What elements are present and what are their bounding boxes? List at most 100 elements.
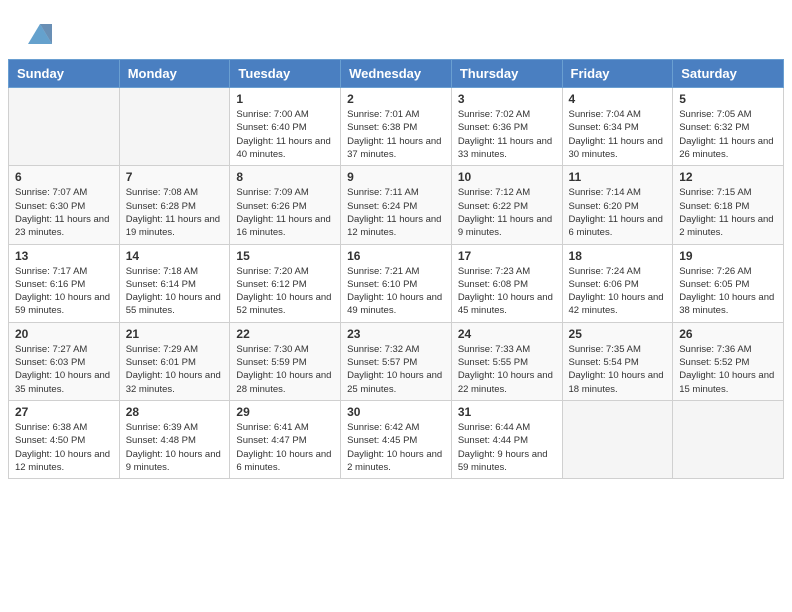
day-number: 17 bbox=[458, 249, 556, 263]
calendar-week-row: 6 Sunrise: 7:07 AMSunset: 6:30 PMDaylight… bbox=[9, 166, 784, 244]
day-info: Sunrise: 7:18 AMSunset: 6:14 PMDaylight:… bbox=[126, 265, 224, 318]
calendar-cell bbox=[9, 88, 120, 166]
day-number: 16 bbox=[347, 249, 445, 263]
calendar-week-row: 13 Sunrise: 7:17 AMSunset: 6:16 PMDayligh… bbox=[9, 244, 784, 322]
weekday-header-cell: Monday bbox=[119, 60, 230, 88]
calendar-cell bbox=[562, 400, 673, 478]
day-info: Sunrise: 7:35 AMSunset: 5:54 PMDaylight:… bbox=[569, 343, 667, 396]
calendar-cell: 10 Sunrise: 7:12 AMSunset: 6:22 PMDayligh… bbox=[451, 166, 562, 244]
weekday-header-cell: Wednesday bbox=[341, 60, 452, 88]
day-number: 7 bbox=[126, 170, 224, 184]
day-number: 28 bbox=[126, 405, 224, 419]
calendar-cell: 30 Sunrise: 6:42 AMSunset: 4:45 PMDayligh… bbox=[341, 400, 452, 478]
page-header bbox=[0, 0, 792, 59]
day-number: 21 bbox=[126, 327, 224, 341]
day-info: Sunrise: 6:41 AMSunset: 4:47 PMDaylight:… bbox=[236, 421, 334, 474]
day-info: Sunrise: 6:42 AMSunset: 4:45 PMDaylight:… bbox=[347, 421, 445, 474]
calendar-cell: 20 Sunrise: 7:27 AMSunset: 6:03 PMDayligh… bbox=[9, 322, 120, 400]
day-number: 13 bbox=[15, 249, 113, 263]
day-info: Sunrise: 7:14 AMSunset: 6:20 PMDaylight:… bbox=[569, 186, 667, 239]
day-number: 9 bbox=[347, 170, 445, 184]
day-number: 15 bbox=[236, 249, 334, 263]
day-number: 22 bbox=[236, 327, 334, 341]
calendar-cell: 14 Sunrise: 7:18 AMSunset: 6:14 PMDayligh… bbox=[119, 244, 230, 322]
day-info: Sunrise: 6:38 AMSunset: 4:50 PMDaylight:… bbox=[15, 421, 113, 474]
day-number: 25 bbox=[569, 327, 667, 341]
calendar-body: 1 Sunrise: 7:00 AMSunset: 6:40 PMDaylight… bbox=[9, 88, 784, 479]
day-number: 11 bbox=[569, 170, 667, 184]
day-info: Sunrise: 7:30 AMSunset: 5:59 PMDaylight:… bbox=[236, 343, 334, 396]
day-info: Sunrise: 7:11 AMSunset: 6:24 PMDaylight:… bbox=[347, 186, 445, 239]
weekday-header-row: SundayMondayTuesdayWednesdayThursdayFrid… bbox=[9, 60, 784, 88]
day-number: 3 bbox=[458, 92, 556, 106]
logo-icon bbox=[26, 18, 54, 46]
day-info: Sunrise: 7:05 AMSunset: 6:32 PMDaylight:… bbox=[679, 108, 777, 161]
day-number: 27 bbox=[15, 405, 113, 419]
calendar-cell: 22 Sunrise: 7:30 AMSunset: 5:59 PMDayligh… bbox=[230, 322, 341, 400]
day-info: Sunrise: 7:27 AMSunset: 6:03 PMDaylight:… bbox=[15, 343, 113, 396]
day-number: 29 bbox=[236, 405, 334, 419]
day-info: Sunrise: 7:01 AMSunset: 6:38 PMDaylight:… bbox=[347, 108, 445, 161]
calendar-cell: 25 Sunrise: 7:35 AMSunset: 5:54 PMDayligh… bbox=[562, 322, 673, 400]
calendar-cell: 2 Sunrise: 7:01 AMSunset: 6:38 PMDaylight… bbox=[341, 88, 452, 166]
day-number: 30 bbox=[347, 405, 445, 419]
day-info: Sunrise: 7:09 AMSunset: 6:26 PMDaylight:… bbox=[236, 186, 334, 239]
day-number: 26 bbox=[679, 327, 777, 341]
day-info: Sunrise: 7:36 AMSunset: 5:52 PMDaylight:… bbox=[679, 343, 777, 396]
calendar-table: SundayMondayTuesdayWednesdayThursdayFrid… bbox=[8, 59, 784, 479]
day-number: 23 bbox=[347, 327, 445, 341]
day-info: Sunrise: 6:44 AMSunset: 4:44 PMDaylight:… bbox=[458, 421, 556, 474]
calendar-week-row: 1 Sunrise: 7:00 AMSunset: 6:40 PMDaylight… bbox=[9, 88, 784, 166]
calendar-cell: 19Sunrise: 7:26 AMSunset: 6:05 PMDayligh… bbox=[673, 244, 784, 322]
day-number: 1 bbox=[236, 92, 334, 106]
calendar-cell: 24Sunrise: 7:33 AMSunset: 5:55 PMDayligh… bbox=[451, 322, 562, 400]
calendar-cell: 7 Sunrise: 7:08 AMSunset: 6:28 PMDaylight… bbox=[119, 166, 230, 244]
weekday-header-cell: Saturday bbox=[673, 60, 784, 88]
day-info: Sunrise: 7:00 AMSunset: 6:40 PMDaylight:… bbox=[236, 108, 334, 161]
day-number: 18 bbox=[569, 249, 667, 263]
calendar-cell bbox=[673, 400, 784, 478]
calendar-cell: 9 Sunrise: 7:11 AMSunset: 6:24 PMDaylight… bbox=[341, 166, 452, 244]
calendar-cell: 29 Sunrise: 6:41 AMSunset: 4:47 PMDayligh… bbox=[230, 400, 341, 478]
day-number: 12 bbox=[679, 170, 777, 184]
day-info: Sunrise: 7:04 AMSunset: 6:34 PMDaylight:… bbox=[569, 108, 667, 161]
day-number: 14 bbox=[126, 249, 224, 263]
day-info: Sunrise: 7:20 AMSunset: 6:12 PMDaylight:… bbox=[236, 265, 334, 318]
calendar-cell: 23Sunrise: 7:32 AMSunset: 5:57 PMDayligh… bbox=[341, 322, 452, 400]
weekday-header-cell: Friday bbox=[562, 60, 673, 88]
day-number: 5 bbox=[679, 92, 777, 106]
calendar-cell: 15 Sunrise: 7:20 AMSunset: 6:12 PMDayligh… bbox=[230, 244, 341, 322]
day-info: Sunrise: 7:26 AMSunset: 6:05 PMDaylight:… bbox=[679, 265, 777, 318]
day-info: Sunrise: 7:08 AMSunset: 6:28 PMDaylight:… bbox=[126, 186, 224, 239]
calendar-cell: 27 Sunrise: 6:38 AMSunset: 4:50 PMDayligh… bbox=[9, 400, 120, 478]
calendar-cell: 31Sunrise: 6:44 AMSunset: 4:44 PMDayligh… bbox=[451, 400, 562, 478]
day-info: Sunrise: 7:07 AMSunset: 6:30 PMDaylight:… bbox=[15, 186, 113, 239]
weekday-header-cell: Thursday bbox=[451, 60, 562, 88]
calendar-week-row: 20 Sunrise: 7:27 AMSunset: 6:03 PMDayligh… bbox=[9, 322, 784, 400]
day-number: 2 bbox=[347, 92, 445, 106]
calendar-cell bbox=[119, 88, 230, 166]
day-info: Sunrise: 7:12 AMSunset: 6:22 PMDaylight:… bbox=[458, 186, 556, 239]
calendar-cell: 11 Sunrise: 7:14 AMSunset: 6:20 PMDayligh… bbox=[562, 166, 673, 244]
day-number: 6 bbox=[15, 170, 113, 184]
calendar-cell: 4 Sunrise: 7:04 AMSunset: 6:34 PMDaylight… bbox=[562, 88, 673, 166]
calendar-cell: 17Sunrise: 7:23 AMSunset: 6:08 PMDayligh… bbox=[451, 244, 562, 322]
day-info: Sunrise: 7:29 AMSunset: 6:01 PMDaylight:… bbox=[126, 343, 224, 396]
calendar-cell: 5 Sunrise: 7:05 AMSunset: 6:32 PMDaylight… bbox=[673, 88, 784, 166]
day-number: 10 bbox=[458, 170, 556, 184]
day-info: Sunrise: 7:17 AMSunset: 6:16 PMDaylight:… bbox=[15, 265, 113, 318]
calendar-cell: 28Sunrise: 6:39 AMSunset: 4:48 PMDayligh… bbox=[119, 400, 230, 478]
calendar-cell: 12 Sunrise: 7:15 AMSunset: 6:18 PMDayligh… bbox=[673, 166, 784, 244]
weekday-header-cell: Tuesday bbox=[230, 60, 341, 88]
day-info: Sunrise: 7:24 AMSunset: 6:06 PMDaylight:… bbox=[569, 265, 667, 318]
day-info: Sunrise: 7:02 AMSunset: 6:36 PMDaylight:… bbox=[458, 108, 556, 161]
calendar-week-row: 27 Sunrise: 6:38 AMSunset: 4:50 PMDayligh… bbox=[9, 400, 784, 478]
calendar-cell: 26 Sunrise: 7:36 AMSunset: 5:52 PMDayligh… bbox=[673, 322, 784, 400]
calendar-cell: 18 Sunrise: 7:24 AMSunset: 6:06 PMDayligh… bbox=[562, 244, 673, 322]
calendar-cell: 16Sunrise: 7:21 AMSunset: 6:10 PMDayligh… bbox=[341, 244, 452, 322]
day-number: 20 bbox=[15, 327, 113, 341]
day-number: 4 bbox=[569, 92, 667, 106]
day-info: Sunrise: 7:33 AMSunset: 5:55 PMDaylight:… bbox=[458, 343, 556, 396]
day-info: Sunrise: 7:15 AMSunset: 6:18 PMDaylight:… bbox=[679, 186, 777, 239]
calendar-cell: 13 Sunrise: 7:17 AMSunset: 6:16 PMDayligh… bbox=[9, 244, 120, 322]
